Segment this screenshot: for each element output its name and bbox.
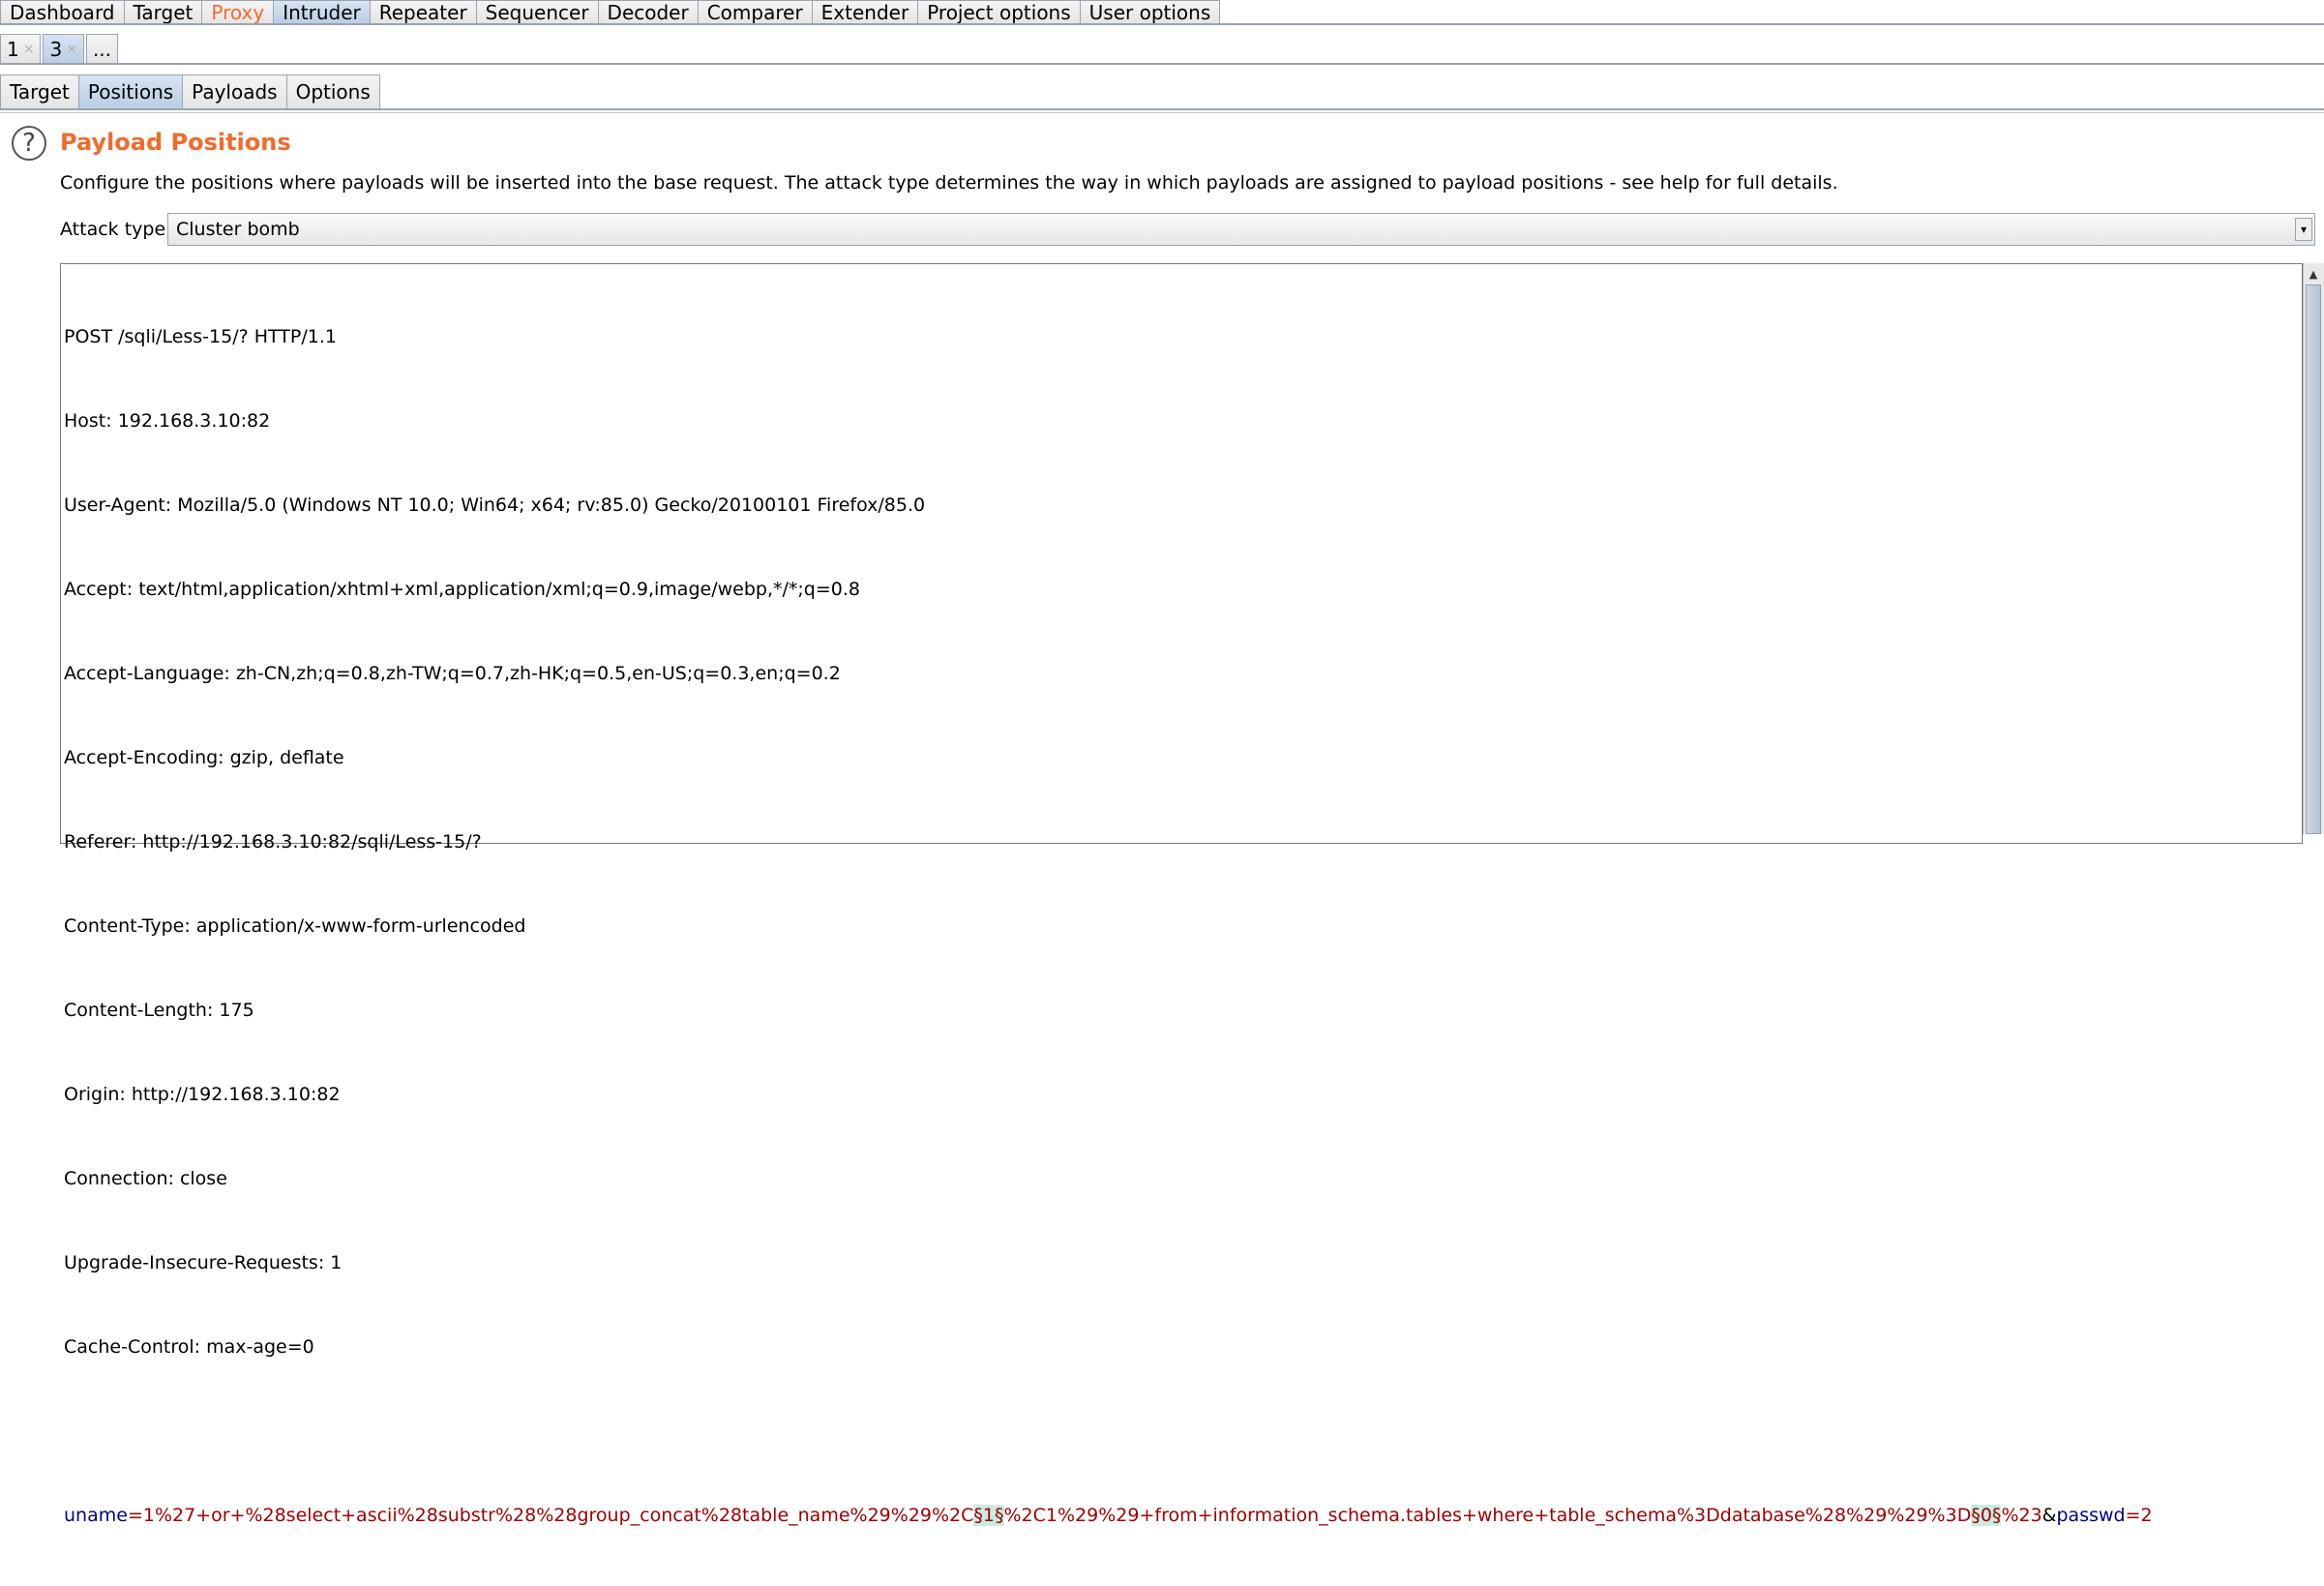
tab-user-options[interactable]: User options <box>1079 0 1221 24</box>
tab-dashboard[interactable]: Dashboard <box>0 0 125 24</box>
new-tab-label: ... <box>92 37 112 61</box>
section-title: Payload Positions <box>60 129 291 156</box>
request-text[interactable]: POST /sqli/Less-15/? HTTP/1.1 Host: 192.… <box>64 267 2153 1586</box>
request-line: Content-Length: 175 <box>64 1000 254 1021</box>
close-icon[interactable]: × <box>23 42 35 57</box>
close-icon[interactable]: × <box>66 42 77 57</box>
request-line: Connection: close <box>64 1168 227 1189</box>
subtab-options[interactable]: Options <box>285 75 380 108</box>
help-icon[interactable]: ? <box>12 126 46 161</box>
param-separator: = <box>2125 1505 2141 1526</box>
tab-proxy[interactable]: Proxy <box>201 0 275 24</box>
param-separator: = <box>127 1505 143 1526</box>
attack-tab-divider <box>0 63 2324 65</box>
request-line: Content-Type: application/x-www-form-url… <box>64 915 526 937</box>
tab-intruder[interactable]: Intruder <box>273 0 371 24</box>
request-line: Upgrade-Insecure-Requests: 1 <box>64 1252 343 1273</box>
request-line: Origin: http://192.168.3.10:82 <box>64 1084 341 1105</box>
request-editor[interactable]: POST /sqli/Less-15/? HTTP/1.1 Host: 192.… <box>60 263 2303 1526</box>
request-line: POST /sqli/Less-15/? HTTP/1.1 <box>64 326 337 347</box>
subtab-payloads[interactable]: Payloads <box>182 75 287 108</box>
attack-type-select[interactable]: Cluster bomb ▾ <box>167 213 2315 246</box>
tab-extender[interactable]: Extender <box>811 0 919 24</box>
request-line: Accept-Language: zh-CN,zh;q=0.8,zh-TW;q=… <box>64 663 841 684</box>
param-name: uname <box>64 1505 128 1526</box>
param-value: 1%27+or+%28select+ascii%28substr%28%28gr… <box>142 1505 974 1526</box>
request-line: Accept-Encoding: gzip, deflate <box>64 747 344 768</box>
payload-marker[interactable]: §1§ <box>973 1505 1004 1526</box>
param-value: %2C1%29%29+from+information_schema.table… <box>1003 1505 1972 1526</box>
vertical-scrollbar[interactable]: ▲ <box>2303 263 2324 834</box>
attack-tab-bar: 1 × 3 × ... <box>0 34 120 63</box>
tab-project-options[interactable]: Project options <box>917 0 1081 24</box>
attack-tab-label: 1 <box>7 37 19 61</box>
tab-repeater[interactable]: Repeater <box>369 0 477 24</box>
attack-tab-1[interactable]: 1 × <box>0 34 42 63</box>
tab-sequencer[interactable]: Sequencer <box>475 0 599 24</box>
tab-target[interactable]: Target <box>123 0 203 24</box>
main-tab-divider <box>0 23 2324 25</box>
attack-tab-label: 3 <box>49 37 63 61</box>
request-line: Referer: http://192.168.3.10:82/sqli/Les… <box>64 831 482 853</box>
request-line: Host: 192.168.3.10:82 <box>64 410 271 432</box>
attack-type-value: Cluster bomb <box>176 219 300 240</box>
attack-tab-3[interactable]: 3 × <box>43 34 84 63</box>
param-value: 2 <box>2140 1505 2153 1526</box>
subtab-target[interactable]: Target <box>0 75 79 108</box>
scroll-up-icon[interactable]: ▲ <box>2306 265 2321 283</box>
request-line-blank <box>64 1418 2153 1446</box>
request-line: User-Agent: Mozilla/5.0 (Windows NT 10.0… <box>64 494 926 516</box>
new-attack-tab[interactable]: ... <box>85 34 119 63</box>
chevron-down-icon[interactable]: ▾ <box>2295 218 2312 241</box>
request-line: Cache-Control: max-age=0 <box>64 1336 314 1358</box>
sub-tab-divider-secondary <box>0 112 2324 113</box>
request-body-line: uname=1%27+or+%28select+ascii%28substr%2… <box>64 1502 2153 1530</box>
attack-type-label: Attack type: <box>60 219 172 240</box>
param-name: passwd <box>2056 1505 2126 1526</box>
scrollbar-thumb[interactable] <box>2306 284 2321 834</box>
intruder-sub-tab-bar: Target Positions Payloads Options <box>0 75 380 108</box>
request-line: Accept: text/html,application/xhtml+xml,… <box>64 579 860 600</box>
tab-decoder[interactable]: Decoder <box>597 0 699 24</box>
payload-marker[interactable]: §0§ <box>1971 1505 2002 1526</box>
param-delimiter: & <box>2041 1505 2057 1526</box>
tab-comparer[interactable]: Comparer <box>697 0 813 24</box>
param-value: %23 <box>2001 1505 2042 1526</box>
sub-tab-divider <box>0 108 2324 110</box>
main-tab-bar: Dashboard Target Proxy Intruder Repeater… <box>0 0 1221 24</box>
subtab-positions[interactable]: Positions <box>77 75 184 108</box>
section-description: Configure the positions where payloads w… <box>60 172 1838 194</box>
